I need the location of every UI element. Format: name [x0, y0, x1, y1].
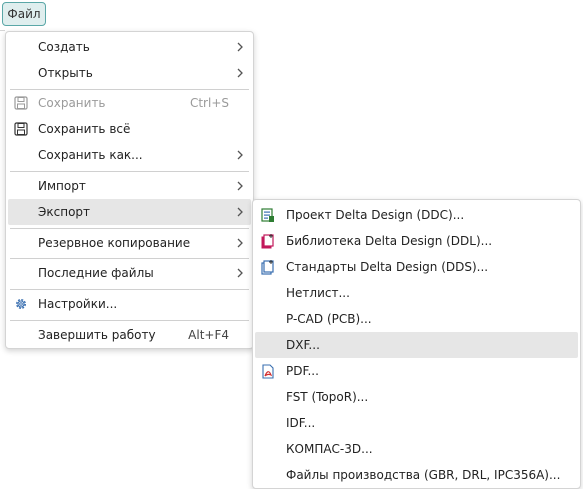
menu-item-backup[interactable]: Резервное копирование: [8, 230, 251, 256]
menu-item-label: IDF...: [286, 416, 316, 430]
project-icon: [260, 207, 276, 223]
menu-item-import[interactable]: Импорт: [8, 173, 251, 199]
menu-item-label: Файлы производства (GBR, DRL, IPC356A)..…: [286, 468, 561, 482]
menu-item-label: Библиотека Delta Design (DDL)...: [286, 234, 493, 248]
menu-item-label: FST (TopoR)...: [286, 390, 369, 404]
menu-separator: [10, 320, 249, 321]
pdf-icon: [260, 363, 276, 379]
export-item-fst[interactable]: FST (TopoR)...: [255, 384, 578, 410]
menu-item-create[interactable]: Создать: [8, 34, 251, 60]
export-item-dds[interactable]: Стандарты Delta Design (DDS)...: [255, 254, 578, 280]
chevron-right-icon: [235, 207, 245, 217]
menu-item-export[interactable]: Экспорт: [8, 199, 251, 225]
menu-separator: [10, 289, 249, 290]
menu-separator: [10, 171, 249, 172]
menu-item-label: Сохранить всё: [38, 122, 131, 136]
standards-icon: [260, 259, 276, 275]
menu-item-label: Резервное копирование: [38, 236, 191, 250]
export-item-idf[interactable]: IDF...: [255, 410, 578, 436]
menu-item-label: Стандарты Delta Design (DDS)...: [286, 260, 489, 274]
chevron-right-icon: [235, 181, 245, 191]
library-icon: [260, 233, 276, 249]
export-item-production-files[interactable]: Файлы производства (GBR, DRL, IPC356A)..…: [255, 462, 578, 488]
menu-item-label: DXF...: [286, 338, 320, 352]
menu-item-save-all[interactable]: Сохранить всё: [8, 116, 251, 142]
shortcut-label: Ctrl+S: [189, 96, 229, 110]
menu-item-label: Проект Delta Design (DDC)...: [286, 208, 465, 222]
export-submenu: Проект Delta Design (DDC)... Библиотека …: [252, 199, 581, 489]
export-item-pdf[interactable]: PDF...: [255, 358, 578, 384]
menu-item-label: Открыть: [38, 66, 93, 80]
menu-item-label: Настройки...: [38, 297, 118, 311]
menu-item-label: Последние файлы: [38, 266, 154, 280]
menu-item-label: Нетлист...: [286, 286, 350, 300]
gear-icon: [13, 296, 29, 312]
file-menu: Создать Открыть Сохранить Ctrl+S Сохрани…: [5, 31, 254, 349]
menu-item-save[interactable]: Сохранить Ctrl+S: [8, 90, 251, 116]
export-item-dxf[interactable]: DXF...: [255, 332, 578, 358]
export-item-kompas[interactable]: КОМПАС-3D...: [255, 436, 578, 462]
export-item-ddc[interactable]: Проект Delta Design (DDC)...: [255, 202, 578, 228]
chevron-right-icon: [235, 150, 245, 160]
export-item-ddl[interactable]: Библиотека Delta Design (DDL)...: [255, 228, 578, 254]
save-icon: [13, 95, 29, 111]
chevron-right-icon: [235, 68, 245, 78]
menu-item-label: Экспорт: [38, 205, 91, 219]
menu-item-exit[interactable]: Завершить работу Alt+F4: [8, 322, 251, 348]
menu-item-label: P-CAD (PCB)...: [286, 312, 372, 326]
chevron-right-icon: [235, 268, 245, 278]
save-all-icon: [13, 121, 29, 137]
export-item-netlist[interactable]: Нетлист...: [255, 280, 578, 306]
menu-item-save-as[interactable]: Сохранить как...: [8, 142, 251, 168]
export-item-pcad[interactable]: P-CAD (PCB)...: [255, 306, 578, 332]
shortcut-label: Alt+F4: [188, 328, 229, 342]
menubar-divider: [0, 30, 5, 31]
menu-item-label: Импорт: [38, 179, 86, 193]
menu-item-label: КОМПАС-3D...: [286, 442, 373, 456]
chevron-right-icon: [235, 42, 245, 52]
menu-item-label: Сохранить как...: [38, 148, 143, 162]
menu-item-label: Сохранить: [38, 96, 106, 110]
menu-item-settings[interactable]: Настройки...: [8, 291, 251, 317]
menu-item-label: Создать: [38, 40, 90, 54]
menu-item-open[interactable]: Открыть: [8, 60, 251, 86]
menu-item-label: PDF...: [286, 364, 319, 378]
menu-item-label: Завершить работу: [38, 328, 156, 342]
file-menu-button[interactable]: Файл: [2, 2, 46, 26]
menu-separator: [10, 258, 249, 259]
chevron-right-icon: [235, 238, 245, 248]
menu-item-recent-files[interactable]: Последние файлы: [8, 260, 251, 286]
menu-separator: [10, 228, 249, 229]
